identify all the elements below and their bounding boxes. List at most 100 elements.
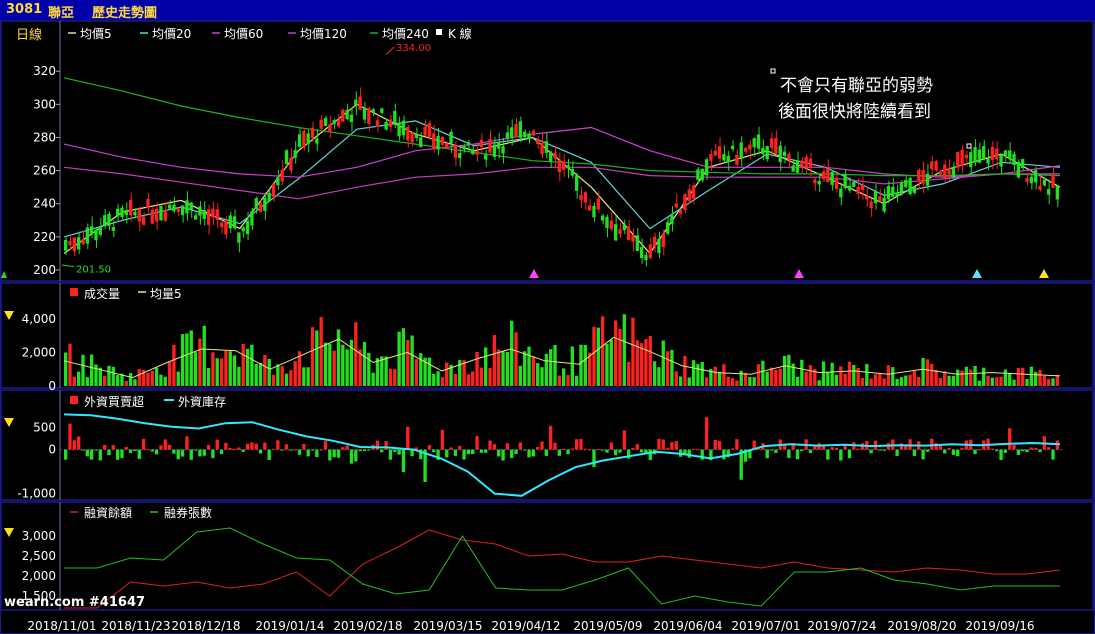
- candle-body: [401, 120, 406, 136]
- candle-body: [761, 147, 765, 155]
- candle-body: [735, 154, 739, 165]
- foreign-bar: [904, 446, 908, 450]
- foreign-bar: [406, 426, 410, 450]
- foreign-bar: [1021, 449, 1025, 452]
- candle-body: [72, 237, 76, 252]
- foreign-bar: [951, 449, 956, 455]
- volume-bar: [726, 376, 730, 386]
- candle-body: [397, 122, 401, 137]
- candle-body: [639, 247, 644, 259]
- foreign-bar: [540, 441, 544, 450]
- volume-bar: [375, 358, 380, 386]
- price-legend-item: 均價20: [152, 27, 191, 41]
- volume-bar: [163, 376, 167, 386]
- volume-bar: [956, 369, 960, 386]
- foreign-bar: [665, 447, 670, 450]
- volume-bar: [354, 322, 358, 386]
- foreign-bar: [765, 449, 769, 459]
- foreign-bar: [878, 449, 882, 451]
- foreign-bar: [501, 449, 505, 461]
- volume-bar: [752, 377, 756, 386]
- volume-bar: [432, 373, 436, 386]
- foreign-bar: [648, 449, 652, 461]
- candle-body: [943, 164, 947, 178]
- candle-body: [362, 108, 367, 120]
- volume-bar: [362, 342, 367, 386]
- foreign-bar: [172, 449, 176, 454]
- volume-bar: [553, 344, 557, 386]
- candle-body: [527, 133, 531, 139]
- candle-body: [661, 233, 665, 248]
- signal-marker: [529, 269, 539, 278]
- volume-bar: [605, 343, 609, 386]
- candle-body: [514, 123, 518, 138]
- foreign-bar: [297, 449, 302, 455]
- candle-body: [687, 189, 691, 201]
- candle-body: [276, 177, 280, 186]
- candle-body: [843, 174, 847, 189]
- foreign-bar: [977, 449, 982, 451]
- candle-body: [98, 226, 102, 235]
- volume-bar: [371, 372, 375, 386]
- foreign-bar: [401, 449, 406, 473]
- candle-body: [185, 200, 189, 214]
- volume-bar: [293, 361, 297, 386]
- foreign-bar: [154, 449, 159, 455]
- candle-body: [137, 209, 141, 222]
- volume-bar: [345, 349, 349, 386]
- volume-bar: [510, 320, 514, 386]
- candle-body: [523, 131, 527, 138]
- margin-tick-label: 2,500: [22, 549, 56, 563]
- candle-body: [917, 169, 921, 181]
- candle-body: [583, 192, 587, 203]
- foreign-bar: [68, 423, 72, 450]
- volume-bar: [869, 378, 873, 386]
- volume-bar: [427, 357, 432, 386]
- volume-bar: [280, 366, 284, 386]
- candle-body: [756, 134, 761, 149]
- candle-body: [280, 169, 284, 182]
- volume-bar: [388, 368, 393, 386]
- price-legend-item: 均價120: [300, 27, 347, 41]
- volume-bar: [133, 379, 137, 386]
- candle-body: [891, 186, 895, 197]
- candle-body: [410, 132, 414, 143]
- candle-body: [384, 121, 388, 130]
- volume-bar: [72, 376, 76, 386]
- volume-bar: [817, 380, 821, 386]
- volume-legend-item: 均量5: [150, 287, 182, 301]
- volume-bar: [774, 369, 778, 386]
- foreign-bar: [735, 439, 739, 450]
- high-marker-line: [385, 46, 395, 55]
- foreign-bar: [393, 449, 397, 452]
- foreign-bar: [445, 449, 449, 458]
- volume-bar: [570, 346, 574, 386]
- candle-body: [462, 146, 466, 150]
- candle-body: [237, 232, 241, 243]
- high-label: 334.00: [396, 43, 431, 54]
- candle-body: [657, 238, 661, 254]
- candle-body: [778, 145, 782, 163]
- foreign-bar: [834, 447, 839, 450]
- volume-bar: [289, 370, 293, 386]
- volume-bar: [830, 362, 834, 386]
- foreign-bar: [254, 443, 258, 450]
- foreign-bar: [635, 444, 639, 450]
- foreign-bar: [202, 449, 206, 456]
- candle-body: [930, 161, 934, 170]
- candle-body: [180, 205, 185, 216]
- candle-body: [544, 141, 549, 153]
- foreign-bar: [717, 441, 722, 450]
- foreign-bar: [410, 449, 414, 457]
- volume-bar: [176, 371, 180, 386]
- foreign-bar: [1038, 449, 1042, 453]
- candle-body: [76, 237, 81, 250]
- annotation-line1: 不會只有聯亞的弱勢: [780, 76, 933, 96]
- volume-bar: [406, 339, 410, 386]
- candle-body: [211, 208, 215, 218]
- candle-body: [540, 142, 544, 155]
- foreign-bar: [224, 442, 228, 450]
- volume-bar: [1021, 367, 1025, 386]
- foreign-bar: [484, 449, 488, 453]
- volume-bar: [930, 363, 934, 386]
